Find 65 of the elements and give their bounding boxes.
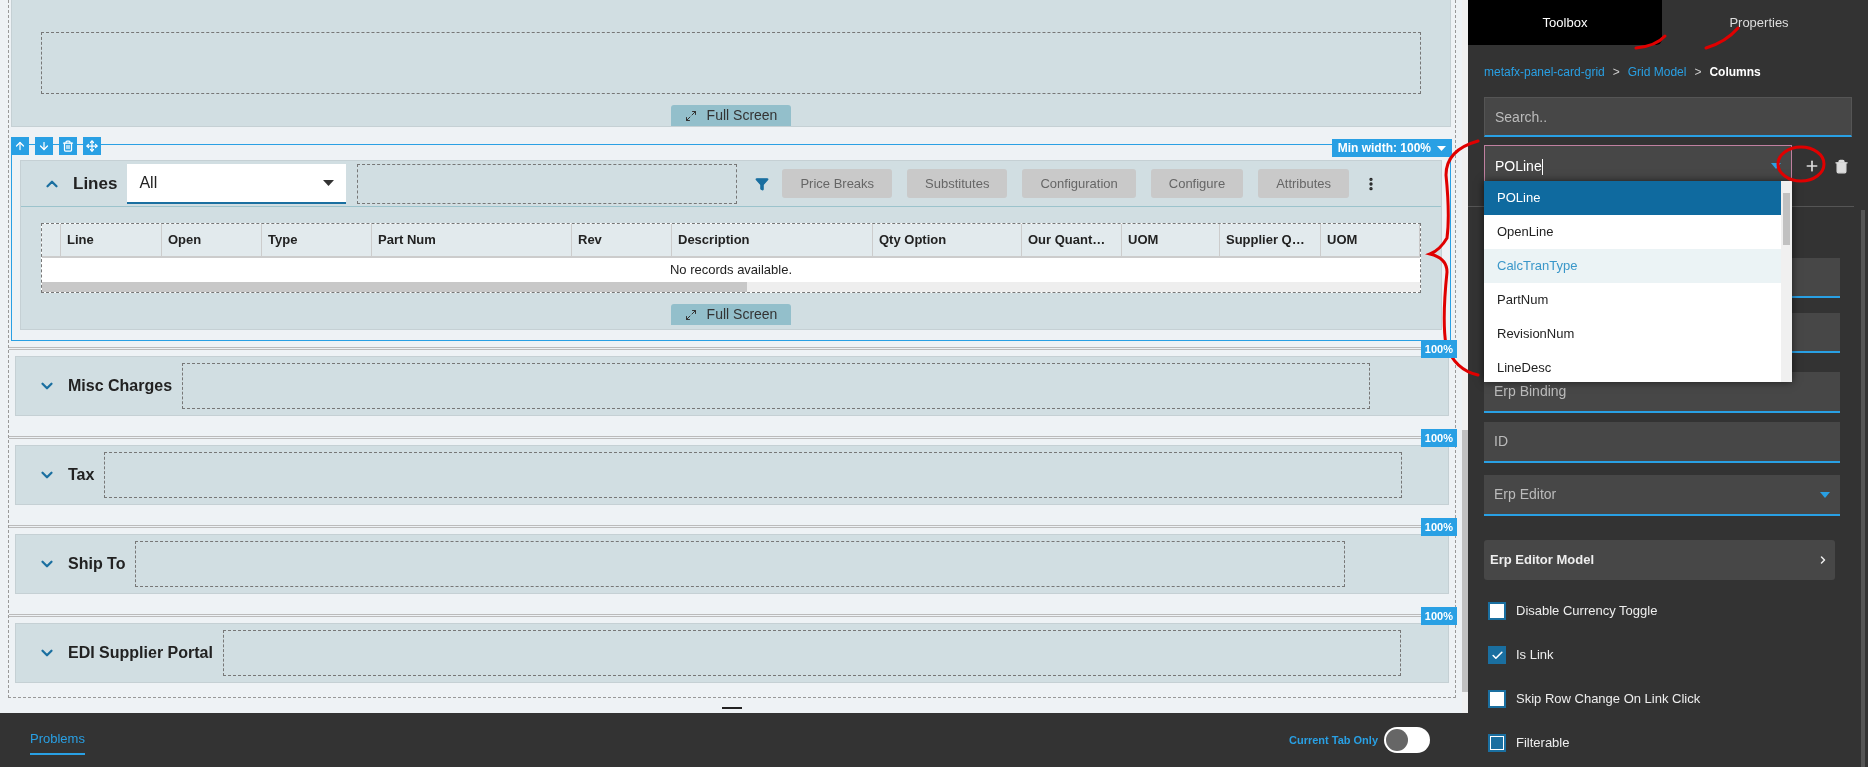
checkbox[interactable] — [1488, 602, 1506, 620]
checkbox-label: Filterable — [1516, 734, 1570, 753]
card-title: Ship To — [68, 554, 126, 574]
bottom-tab[interactable]: Problems — [30, 725, 85, 755]
annotation-stroke — [1634, 34, 1667, 50]
toggle-switch[interactable] — [1384, 727, 1430, 753]
caret-icon — [1820, 491, 1830, 498]
expand-arrows-icon — [684, 308, 697, 321]
move-icon[interactable] — [83, 137, 101, 155]
breadcrumb-link[interactable]: Grid Model — [1627, 63, 1687, 81]
arrow-up-icon[interactable] — [11, 137, 29, 155]
column-header[interactable]: Line — [61, 224, 162, 256]
toolbar-button[interactable]: Attributes — [1258, 169, 1350, 198]
toolbar-button[interactable]: Configure — [1150, 169, 1244, 198]
caret-icon — [1771, 163, 1781, 169]
input-field[interactable]: ID — [1484, 422, 1840, 463]
column-header[interactable]: Part Num — [372, 224, 572, 256]
toggle-label: Current Tab Only — [1288, 732, 1378, 748]
column-header[interactable]: Our Quant… — [1022, 224, 1122, 256]
filter-icon[interactable] — [755, 176, 770, 191]
dropdown-field[interactable]: Erp Editor — [1484, 475, 1840, 516]
dropdown-option[interactable]: POLine — [1484, 181, 1781, 215]
column-header[interactable]: Qty Option — [873, 224, 1022, 256]
empty-message: No records available. — [668, 261, 794, 280]
dropdown-option[interactable]: PartNum — [1484, 283, 1781, 317]
delete-icon[interactable] — [1834, 158, 1849, 174]
column-header[interactable]: UOM — [1122, 224, 1220, 256]
column-header[interactable]: Type — [262, 224, 372, 256]
full-screen-button[interactable]: Full Screen — [670, 304, 792, 325]
dropdown-option[interactable]: OpenLine — [1484, 215, 1781, 249]
checkbox[interactable] — [1488, 690, 1506, 708]
column-header[interactable]: Rev — [572, 224, 672, 256]
check-icon — [1490, 648, 1504, 662]
breadcrumb-separator: > — [1694, 64, 1702, 81]
expander-row[interactable]: Erp Editor Model — [1484, 540, 1835, 580]
checkbox-label: Is Link — [1516, 646, 1554, 665]
card-title: Tax — [68, 465, 95, 485]
arrow-down-icon[interactable] — [35, 137, 53, 155]
full-screen-button[interactable]: Full Screen — [670, 105, 792, 126]
toolbar-button[interactable]: Price Breaks — [782, 169, 893, 198]
dropdown-option[interactable]: RevisionNum — [1484, 317, 1781, 351]
checkbox[interactable] — [1488, 646, 1506, 664]
breadcrumb-current: Columns — [1709, 64, 1761, 81]
search-field[interactable]: Search.. — [1484, 97, 1852, 137]
card-title: Misc Charges — [68, 376, 173, 396]
resize-handle[interactable] — [722, 707, 742, 709]
column-header[interactable]: UOM — [1321, 224, 1420, 256]
card-title: EDI Supplier Portal — [68, 643, 213, 663]
column-header[interactable]: Open — [162, 224, 262, 256]
column-header[interactable]: Description — [672, 224, 873, 256]
card-title: Lines — [73, 172, 118, 195]
column-header[interactable]: Supplier Q… — [1220, 224, 1321, 256]
toolbar-button[interactable]: Substitutes — [907, 169, 1008, 198]
checkbox-label: Skip Row Change On Link Click — [1516, 690, 1701, 709]
caret-icon — [1437, 145, 1446, 151]
checkbox-label: Disable Currency Toggle — [1516, 602, 1658, 621]
expand-arrows-icon — [684, 109, 697, 122]
caret-icon — [323, 179, 335, 186]
add-icon[interactable] — [1804, 158, 1820, 174]
annotation-circle — [1776, 145, 1826, 183]
breadcrumb-link[interactable]: metafx-panel-card-grid — [1484, 63, 1605, 81]
filter-dropdown[interactable]: All — [127, 163, 347, 204]
panel-tab[interactable]: Toolbox — [1468, 0, 1662, 45]
toolbar-button[interactable]: Configuration — [1022, 169, 1136, 198]
breadcrumb-separator: > — [1612, 64, 1620, 81]
